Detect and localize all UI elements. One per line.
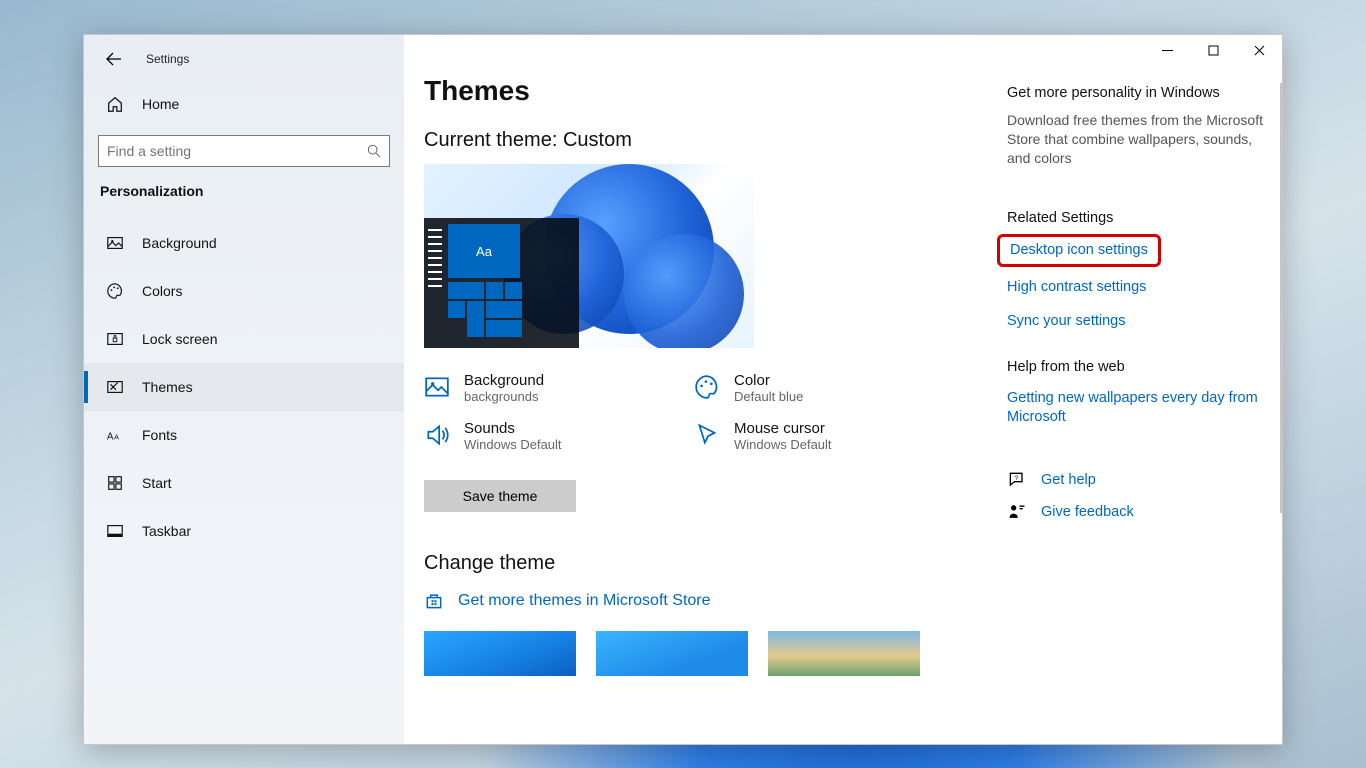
option-title: Sounds (464, 420, 562, 437)
nav-item-label: Fonts (142, 427, 177, 443)
theme-thumbnail[interactable] (424, 631, 576, 676)
feedback-icon (1007, 502, 1027, 522)
option-sub: backgrounds (464, 389, 544, 404)
nav-pane: Settings Home Personalization Background… (84, 35, 404, 744)
option-sub: Default blue (734, 389, 803, 404)
search-icon (367, 144, 381, 158)
search-input[interactable] (107, 143, 361, 159)
cursor-icon (694, 422, 720, 448)
theme-thumbnail[interactable] (596, 631, 748, 676)
nav-background[interactable]: Background (84, 219, 404, 267)
picture-icon (424, 374, 450, 400)
option-mouse-cursor[interactable]: Mouse cursorWindows Default (694, 416, 954, 456)
theme-thumbnails (424, 631, 977, 676)
give-feedback-label: Give feedback (1041, 504, 1134, 520)
nav-item-label: Start (142, 475, 172, 491)
content-pane: Themes Current theme: Custom Aa (404, 35, 1282, 744)
theme-preview: Aa (424, 164, 754, 348)
window-title: Settings (146, 52, 189, 66)
highlight-annotation: Desktop icon settings (997, 234, 1161, 267)
option-title: Mouse cursor (734, 420, 832, 437)
start-icon (106, 474, 124, 492)
theme-thumbnail[interactable] (768, 631, 920, 676)
close-button[interactable] (1236, 35, 1282, 65)
option-color[interactable]: ColorDefault blue (694, 368, 954, 408)
back-button[interactable] (106, 51, 122, 67)
give-feedback-link[interactable]: Give feedback (1007, 502, 1264, 522)
option-sounds[interactable]: SoundsWindows Default (424, 416, 684, 456)
nav-item-label: Background (142, 235, 217, 251)
scrollbar[interactable] (1280, 83, 1282, 513)
minimize-button[interactable] (1144, 35, 1190, 65)
option-title: Background (464, 372, 544, 389)
nav-themes[interactable]: Themes (84, 363, 404, 411)
page-title: Themes (424, 75, 977, 107)
svg-text:A: A (107, 432, 114, 443)
nav-list: Background Colors Lock screen Themes AA … (84, 219, 404, 555)
option-background[interactable]: Backgroundbackgrounds (424, 368, 684, 408)
palette-icon (106, 282, 124, 300)
save-theme-button[interactable]: Save theme (424, 480, 576, 512)
nav-item-label: Colors (142, 283, 182, 299)
related-settings-heading: Related Settings (1007, 210, 1264, 226)
theme-options-grid: Backgroundbackgrounds ColorDefault blue … (424, 368, 977, 456)
nav-item-label: Themes (142, 379, 193, 395)
change-theme-heading: Change theme (424, 552, 977, 575)
option-sub: Windows Default (734, 437, 832, 452)
home-icon (106, 95, 124, 113)
sound-icon (424, 422, 450, 448)
nav-section-label: Personalization (84, 181, 404, 219)
themes-icon (106, 378, 124, 396)
aside-column: Get more personality in Windows Download… (1007, 35, 1282, 744)
nav-item-label: Lock screen (142, 331, 217, 347)
store-icon (424, 591, 444, 611)
preview-start-overlay: Aa (424, 218, 579, 348)
svg-text:A: A (114, 433, 119, 442)
palette-icon (694, 374, 720, 400)
store-link-label: Get more themes in Microsoft Store (458, 592, 711, 610)
svg-text:?: ? (1015, 475, 1019, 482)
settings-window: Settings Home Personalization Background… (83, 34, 1283, 745)
promo-body: Download free themes from the Microsoft … (1007, 111, 1264, 168)
maximize-button[interactable] (1190, 35, 1236, 65)
store-link[interactable]: Get more themes in Microsoft Store (424, 591, 977, 611)
chat-help-icon: ? (1007, 470, 1027, 490)
nav-item-label: Taskbar (142, 523, 191, 539)
fonts-icon: AA (106, 426, 124, 444)
preview-text-tile: Aa (448, 224, 520, 278)
link-wallpapers-help[interactable]: Getting new wallpapers every day from Mi… (1007, 389, 1264, 428)
help-heading: Help from the web (1007, 359, 1264, 375)
link-sync-your-settings[interactable]: Sync your settings (1007, 313, 1264, 329)
nav-home[interactable]: Home (84, 77, 404, 131)
promo-title: Get more personality in Windows (1007, 85, 1264, 101)
picture-icon (106, 234, 124, 252)
nav-lock-screen[interactable]: Lock screen (84, 315, 404, 363)
nav-home-label: Home (142, 96, 179, 112)
taskbar-icon (106, 522, 124, 540)
option-title: Color (734, 372, 803, 389)
link-desktop-icon-settings[interactable]: Desktop icon settings (1010, 242, 1148, 258)
nav-fonts[interactable]: AA Fonts (84, 411, 404, 459)
get-help-label: Get help (1041, 472, 1096, 488)
lock-screen-icon (106, 330, 124, 348)
nav-taskbar[interactable]: Taskbar (84, 507, 404, 555)
window-chrome (1144, 35, 1282, 65)
nav-colors[interactable]: Colors (84, 267, 404, 315)
current-theme-label: Current theme: Custom (424, 129, 977, 152)
get-help-link[interactable]: ? Get help (1007, 470, 1264, 490)
option-sub: Windows Default (464, 437, 562, 452)
nav-start[interactable]: Start (84, 459, 404, 507)
search-box[interactable] (98, 135, 390, 167)
link-high-contrast-settings[interactable]: High contrast settings (1007, 279, 1264, 295)
